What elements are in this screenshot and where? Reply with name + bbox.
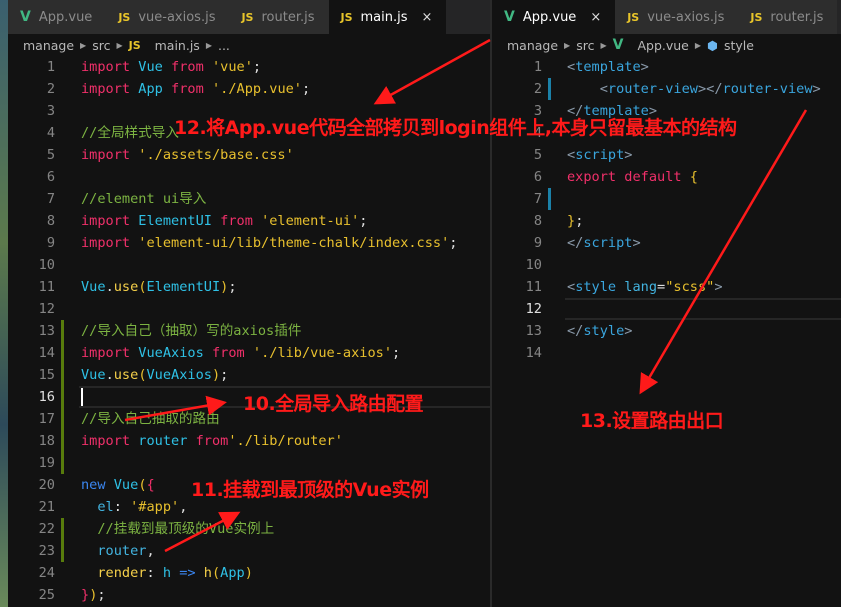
arrow-12 [373,38,491,105]
annotation-11: 11.挂载到最顶级的Vue实例 [191,479,429,501]
arrow-10 [124,395,227,422]
annotation-arrows [124,38,808,553]
annotation-13: 13.设置路由出口 [580,410,724,432]
arrow-11 [164,511,241,553]
annotation-12: 12.将App.vue代码全部拷贝到login组件上,本身只留最基本的结构 [174,117,737,139]
arrow-13 [639,109,808,395]
annotation-10: 10.全局导入路由配置 [243,393,424,415]
